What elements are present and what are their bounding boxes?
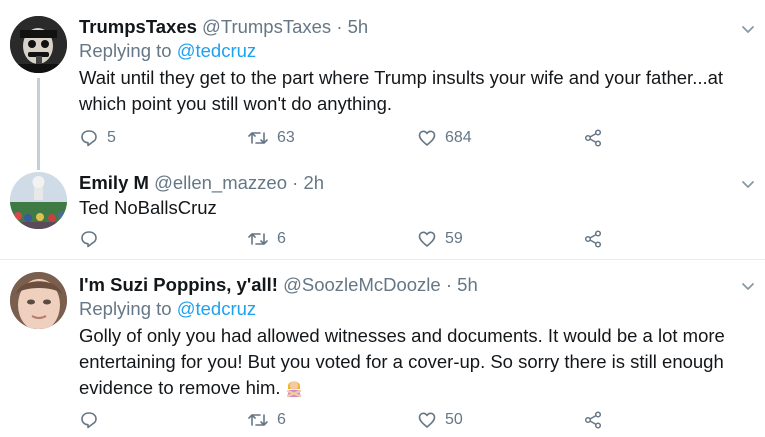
separator-dot: · <box>445 274 453 295</box>
retweet-icon <box>248 132 268 144</box>
tweet[interactable]: I'm Suzi Poppins, y'all! @SoozleMcDoozle… <box>0 260 765 437</box>
like-count: 684 <box>445 129 472 146</box>
reply-button[interactable] <box>79 228 107 250</box>
heart-icon <box>418 231 436 247</box>
timestamp[interactable]: 5h <box>348 16 369 37</box>
timestamp[interactable]: 2h <box>303 172 324 193</box>
separator-dot: · <box>292 172 299 193</box>
replying-to-line: Replying to @tedcruz <box>79 39 765 63</box>
avatar-image-icon <box>10 272 67 329</box>
heart-icon <box>418 130 436 146</box>
tweet-text: Golly of only you had allowed witnesses … <box>79 325 725 398</box>
tweet-actions: 5 63 684 <box>79 127 639 149</box>
chevron-down-icon[interactable] <box>739 20 757 38</box>
avatar-image-icon <box>10 172 67 229</box>
avatar[interactable] <box>10 272 67 329</box>
retweet-count: 6 <box>277 230 286 247</box>
share-icon <box>584 411 602 429</box>
replying-to-label: Replying to <box>79 40 172 61</box>
mention-link[interactable]: @tedcruz <box>177 298 256 319</box>
tweet-header: TrumpsTaxes @TrumpsTaxes · 5h <box>79 15 765 39</box>
share-icon <box>584 129 602 147</box>
avatar[interactable] <box>10 172 67 229</box>
tweet-actions: 6 59 <box>79 228 639 250</box>
mention-link[interactable]: @tedcruz <box>177 40 256 61</box>
retweet-button[interactable]: 63 <box>247 127 295 149</box>
retweet-count: 6 <box>277 411 286 428</box>
timestamp[interactable]: 5h <box>457 274 478 295</box>
retweet-count: 63 <box>277 129 295 146</box>
like-count: 59 <box>445 230 463 247</box>
share-button[interactable] <box>583 228 603 250</box>
share-button[interactable] <box>583 409 603 431</box>
tweet-text: Ted NoBallsCruz <box>79 197 217 218</box>
retweet-icon <box>248 414 268 426</box>
reply-icon <box>81 231 97 248</box>
retweet-button[interactable]: 6 <box>247 228 286 250</box>
like-button[interactable]: 684 <box>417 127 472 149</box>
retweet-button[interactable]: 6 <box>247 409 286 431</box>
avatar-image-icon <box>10 16 67 73</box>
share-button[interactable] <box>583 127 603 149</box>
tweet[interactable]: Emily M @ellen_mazzeo · 2h Ted NoBallsCr… <box>0 161 765 259</box>
reply-icon <box>81 130 97 147</box>
user-handle[interactable]: @ellen_mazzeo <box>154 172 287 193</box>
like-button[interactable]: 50 <box>417 409 463 431</box>
tweet-feed: TrumpsTaxes @TrumpsTaxes · 5h Replying t… <box>0 0 765 437</box>
avatar[interactable] <box>10 16 67 73</box>
heart-icon <box>418 412 436 428</box>
display-name[interactable]: I'm Suzi Poppins, y'all! <box>79 274 278 295</box>
tweet-header: I'm Suzi Poppins, y'all! @SoozleMcDoozle… <box>79 273 765 297</box>
chevron-down-icon[interactable] <box>739 175 757 193</box>
chevron-down-icon[interactable] <box>739 277 757 295</box>
tweet[interactable]: TrumpsTaxes @TrumpsTaxes · 5h Replying t… <box>0 0 765 160</box>
reply-button[interactable] <box>79 409 107 431</box>
retweet-icon <box>248 233 268 245</box>
like-count: 50 <box>445 411 463 428</box>
display-name[interactable]: Emily M <box>79 172 149 193</box>
tweet-actions: 6 50 <box>79 409 639 431</box>
reply-button[interactable]: 5 <box>79 127 116 149</box>
user-handle[interactable]: @TrumpsTaxes <box>202 16 331 37</box>
user-handle[interactable]: @SoozleMcDoozle <box>283 274 441 295</box>
person-gesturing-no-icon <box>286 381 301 397</box>
tweet-text: Wait until they get to the part where Tr… <box>79 67 724 114</box>
reply-count: 5 <box>107 129 116 146</box>
replying-to-label: Replying to <box>79 298 172 319</box>
tweet-text-block: Golly of only you had allowed witnesses … <box>79 323 749 401</box>
like-button[interactable]: 59 <box>417 228 463 250</box>
separator-dot: · <box>336 16 343 37</box>
display-name[interactable]: TrumpsTaxes <box>79 16 197 37</box>
tweet-header: Emily M @ellen_mazzeo · 2h <box>79 171 765 195</box>
reply-icon <box>81 412 97 429</box>
share-icon <box>584 230 602 248</box>
replying-to-line: Replying to @tedcruz <box>79 297 765 321</box>
